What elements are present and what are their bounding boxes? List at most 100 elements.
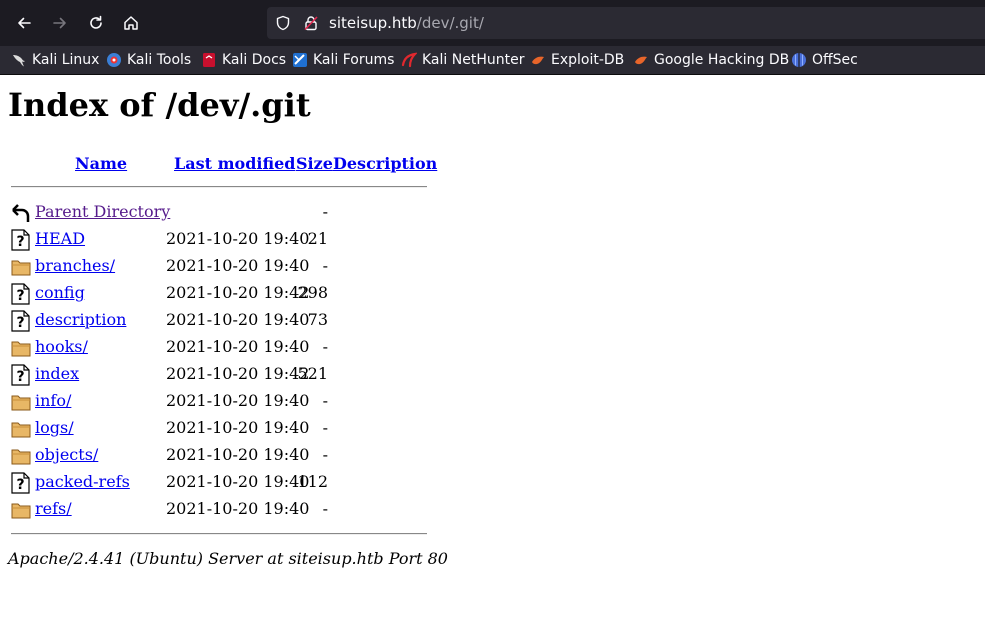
file-size: -: [322, 499, 328, 518]
file-size: -: [322, 418, 328, 437]
file-link[interactable]: logs/: [35, 417, 74, 439]
file-size: 521: [297, 364, 328, 383]
bookmark-label: OffSec: [812, 52, 858, 68]
last-modified: 2021-10-20 19:40: [166, 499, 310, 518]
parent-directory-row: Parent Directory -: [0, 199, 440, 226]
table-row: hooks/2021-10-20 19:40-: [0, 334, 440, 361]
home-icon: [124, 16, 138, 30]
last-modified: 2021-10-20 19:40: [166, 445, 310, 464]
table-row: ? description 2021-10-20 19:40 73: [0, 307, 440, 334]
svg-text:?: ?: [16, 288, 24, 304]
forward-button[interactable]: [46, 9, 74, 37]
bookmark-label: Kali Linux: [32, 52, 100, 68]
table-row: ? packed-refs 2021-10-20 19:40 112: [0, 469, 440, 496]
url-text[interactable]: siteisup.htb/dev/.git/: [329, 13, 484, 33]
last-modified: 2021-10-20 19:42: [166, 364, 310, 383]
file-size: 21: [307, 229, 328, 248]
file-link[interactable]: index: [35, 363, 79, 385]
ghdb-icon: [633, 52, 649, 68]
bookmark-kali-forums[interactable]: Kali Forums: [292, 50, 394, 70]
folder-icon: [11, 418, 31, 440]
file-link[interactable]: description: [35, 309, 126, 331]
bookmark-kali-docs[interactable]: Kali Docs: [201, 50, 286, 70]
folder-icon: [11, 256, 31, 278]
server-signature: Apache/2.4.41 (Ubuntu) Server at siteisu…: [8, 549, 448, 568]
address-bar[interactable]: siteisup.htb/dev/.git/: [267, 7, 985, 39]
page-title: Index of /dev/.git: [8, 86, 311, 124]
last-modified: 2021-10-20 19:42: [166, 283, 310, 302]
bookmark-offsec[interactable]: OffSec: [791, 50, 858, 70]
unknown-file-icon: ?: [11, 364, 31, 386]
file-size: 73: [307, 310, 328, 329]
last-modified: 2021-10-20 19:40: [166, 337, 310, 356]
browser-toolbar: siteisup.htb/dev/.git/: [0, 0, 985, 46]
bookmark-google-hacking-db[interactable]: Google Hacking DB: [633, 50, 789, 70]
reload-icon: [90, 15, 102, 29]
column-header-size[interactable]: Size: [296, 153, 333, 175]
last-modified: 2021-10-20 19:40: [166, 229, 310, 248]
bookmark-kali-nethunter[interactable]: Kali NetHunter: [401, 50, 524, 70]
file-link[interactable]: info/: [35, 390, 71, 412]
bookmark-label: Kali Docs: [222, 52, 287, 68]
reload-button[interactable]: [82, 9, 110, 37]
file-size: -: [322, 202, 328, 221]
parent-directory-link[interactable]: Parent Directory: [35, 201, 170, 223]
file-size: -: [322, 445, 328, 464]
exploit-db-icon: [530, 52, 546, 68]
last-modified: 2021-10-20 19:40: [166, 472, 310, 491]
tracking-protection-shield-icon[interactable]: [275, 15, 291, 31]
bookmark-kali-linux[interactable]: Kali Linux: [11, 50, 99, 70]
file-size: 112: [297, 472, 328, 491]
unknown-file-icon: ?: [11, 472, 31, 494]
file-link[interactable]: refs/: [35, 498, 72, 520]
table-row: info/2021-10-20 19:40-: [0, 388, 440, 415]
table-row: branches/2021-10-20 19:40-: [0, 253, 440, 280]
unknown-file-icon: ?: [11, 229, 31, 251]
column-header-last-modified[interactable]: Last modified: [174, 153, 295, 175]
bookmark-label: Kali NetHunter: [422, 52, 525, 68]
svg-text:?: ?: [16, 369, 24, 385]
svg-text:?: ?: [16, 234, 24, 250]
kali-forums-icon: [292, 52, 308, 68]
footer-divider: [11, 533, 427, 535]
svg-text:?: ?: [16, 477, 24, 493]
table-row: objects/2021-10-20 19:40-: [0, 442, 440, 469]
kali-docs-icon: [201, 52, 217, 68]
last-modified: 2021-10-20 19:40: [166, 310, 310, 329]
unknown-file-icon: ?: [11, 310, 31, 332]
header-divider: [11, 186, 427, 188]
back-arrow-icon: [18, 17, 31, 29]
file-link[interactable]: HEAD: [35, 228, 85, 250]
table-row: logs/2021-10-20 19:40-: [0, 415, 440, 442]
last-modified: 2021-10-20 19:40: [166, 418, 310, 437]
file-size: -: [322, 256, 328, 275]
url-path: /dev/.git/: [416, 14, 484, 32]
file-size: -: [322, 337, 328, 356]
unknown-file-icon: ?: [11, 283, 31, 305]
kali-dragon-icon: [11, 52, 27, 68]
nethunter-icon: [401, 52, 417, 68]
forward-arrow-icon: [53, 17, 66, 29]
offsec-icon: [791, 52, 807, 68]
column-header-description[interactable]: Description: [333, 153, 437, 175]
last-modified: 2021-10-20 19:40: [166, 391, 310, 410]
back-button[interactable]: [10, 9, 38, 37]
table-row: refs/2021-10-20 19:40-: [0, 496, 440, 523]
bookmark-label: Exploit-DB: [551, 52, 625, 68]
insecure-lock-icon[interactable]: [303, 15, 319, 31]
last-modified: 2021-10-20 19:40: [166, 256, 310, 275]
file-link[interactable]: hooks/: [35, 336, 88, 358]
page-content: Index of /dev/.git Name Last modified Si…: [0, 75, 985, 620]
file-size: -: [322, 391, 328, 410]
file-link[interactable]: branches/: [35, 255, 115, 277]
file-link[interactable]: objects/: [35, 444, 98, 466]
table-row: ? HEAD 2021-10-20 19:40 21: [0, 226, 440, 253]
file-link[interactable]: config: [35, 282, 85, 304]
bookmark-exploit-db[interactable]: Exploit-DB: [530, 50, 624, 70]
file-link[interactable]: packed-refs: [35, 471, 130, 493]
column-header-name[interactable]: Name: [75, 153, 127, 175]
bookmark-kali-tools[interactable]: Kali Tools: [106, 50, 191, 70]
home-button[interactable]: [117, 9, 145, 37]
table-row: ? config 2021-10-20 19:42 298: [0, 280, 440, 307]
bookmark-label: Kali Tools: [127, 52, 192, 68]
